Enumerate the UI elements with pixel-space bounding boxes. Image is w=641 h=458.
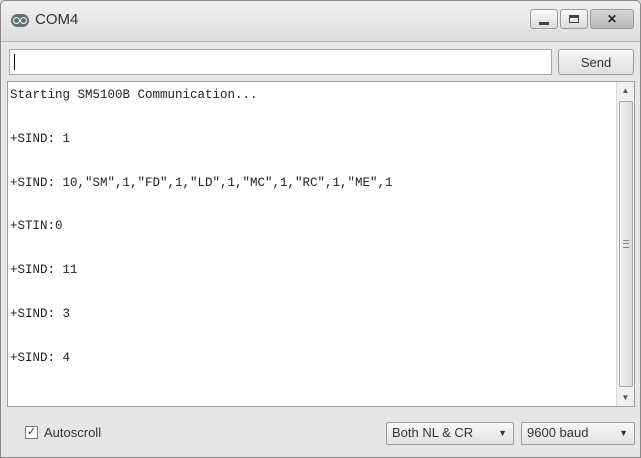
autoscroll-checkbox[interactable]: ✓ <box>25 426 38 439</box>
close-button[interactable]: ✕ <box>590 9 634 29</box>
title-bar[interactable]: COM4 ✕ <box>1 1 640 42</box>
grip-icon <box>623 240 629 248</box>
minimize-button[interactable] <box>530 9 558 29</box>
serial-monitor-window: COM4 ✕ Send Starting SM5100B Communicati… <box>0 0 641 458</box>
chevron-down-icon: ▼ <box>498 428 507 438</box>
autoscroll-label: Autoscroll <box>44 425 102 440</box>
output-line: Starting SM5100B Communication... <box>10 88 258 102</box>
scroll-down-arrow-icon[interactable]: ▼ <box>617 389 634 406</box>
output-line: +SIND: 1 <box>10 131 71 146</box>
output-line: +SIND: 4 <box>10 350 71 365</box>
vertical-scrollbar[interactable]: ▲ ▼ <box>616 82 634 406</box>
send-row: Send <box>9 49 634 75</box>
output-line: +SIND: 11 <box>10 263 78 278</box>
output-line: +SIND: 3 <box>10 306 71 321</box>
window-controls: ✕ <box>530 9 634 29</box>
scrollbar-thumb[interactable] <box>619 101 633 387</box>
serial-input[interactable] <box>9 49 552 75</box>
text-caret <box>14 54 15 70</box>
serial-output[interactable]: Starting SM5100B Communication... +SIND:… <box>7 81 635 407</box>
output-line: +SIND: 10,"SM",1,"FD",1,"LD",1,"MC",1,"R… <box>10 175 393 190</box>
line-ending-value: Both NL & CR <box>392 425 474 440</box>
output-line: +STIN:0 <box>10 219 63 234</box>
scroll-up-arrow-icon[interactable]: ▲ <box>617 82 634 99</box>
window-title: COM4 <box>35 11 79 28</box>
minimize-icon <box>539 21 549 25</box>
chevron-down-icon: ▼ <box>619 428 628 438</box>
arduino-icon <box>11 14 29 27</box>
send-button[interactable]: Send <box>558 49 634 75</box>
close-icon: ✕ <box>606 12 618 26</box>
autoscroll-option[interactable]: ✓ Autoscroll <box>25 425 101 440</box>
maximize-icon <box>569 15 579 23</box>
output-text: Starting SM5100B Communication... +SIND:… <box>10 88 610 395</box>
baud-rate-select[interactable]: 9600 baud ▼ <box>521 422 635 445</box>
status-bar: ✓ Autoscroll Both NL & CR ▼ 9600 baud ▼ <box>1 413 640 457</box>
line-ending-select[interactable]: Both NL & CR ▼ <box>386 422 514 445</box>
maximize-button[interactable] <box>560 9 588 29</box>
baud-rate-value: 9600 baud <box>527 425 589 440</box>
